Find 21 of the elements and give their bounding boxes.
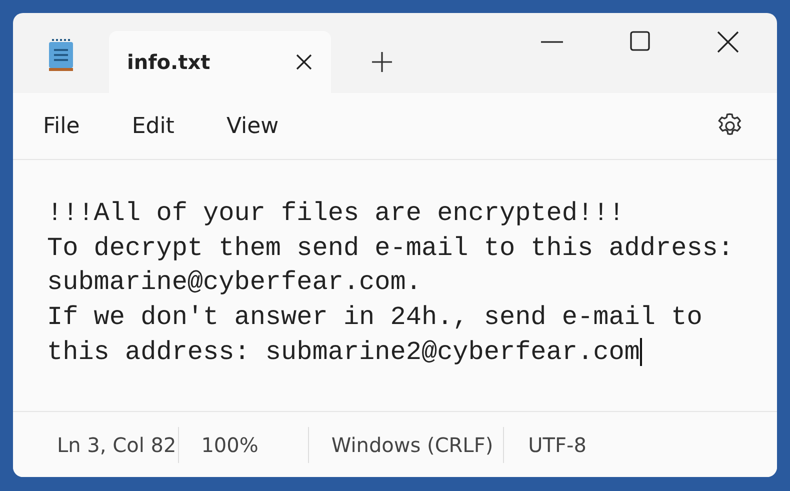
- close-icon[interactable]: [717, 31, 739, 53]
- text-line: To decrypt them send e-mail to this address:: [47, 232, 735, 265]
- notepad-icon: [48, 39, 74, 73]
- menu-item[interactable]: View: [226, 114, 279, 138]
- text-line: submarine@cyberfear.com.: [47, 266, 422, 300]
- plus-icon[interactable]: [371, 51, 393, 73]
- maximize-icon[interactable]: [630, 31, 650, 51]
- status-text: UTF-8: [527, 432, 586, 458]
- tab-title: info.txt: [127, 50, 210, 74]
- status-text: 100%: [179, 426, 310, 462]
- status-text: Ln 3, Col 82: [57, 426, 180, 462]
- minimize-icon[interactable]: [541, 40, 563, 44]
- text-line: this address: submarine2@cyberfear.com: [47, 336, 643, 369]
- text-line: !!!All of your files are encrypted!!!: [47, 197, 626, 230]
- status-text: Windows (CRLF): [309, 426, 504, 462]
- tab[interactable]: info.txt: [109, 31, 331, 93]
- menu-item[interactable]: File: [43, 114, 80, 138]
- text-editor[interactable]: !!!All of your files are encrypted!!! To decrypt them send e-mail to this address: submarine@cyberfear.com. If we don't answer in 24h., send e-mail to this address: submarine2@cyberfear.com: [13, 160, 777, 412]
- text-line: If we don't answer in 24h., send e-mail to: [47, 301, 704, 334]
- menu-item[interactable]: Edit: [132, 114, 174, 138]
- close-icon[interactable]: [295, 53, 313, 71]
